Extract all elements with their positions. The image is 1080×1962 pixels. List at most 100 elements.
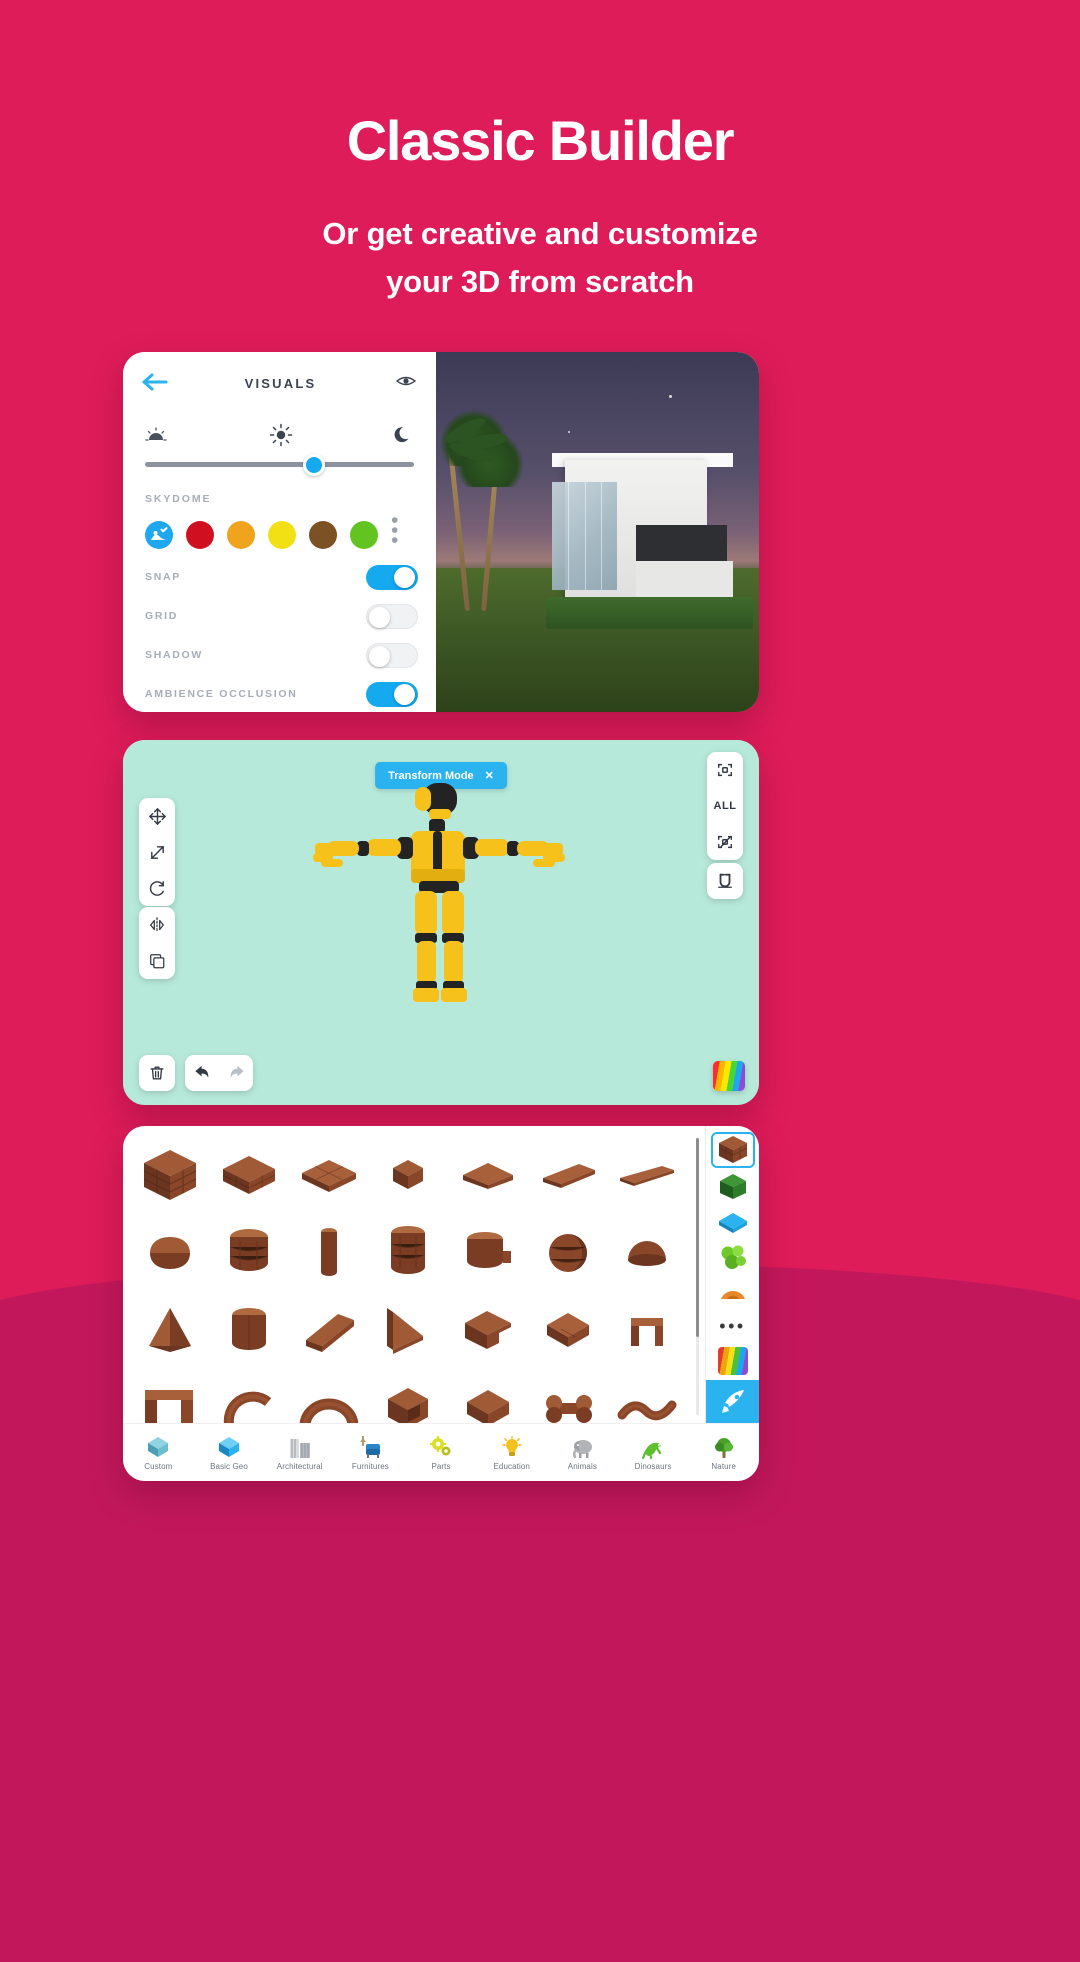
toggle-switch-grid[interactable] (366, 603, 418, 629)
material-more-button[interactable]: ••• (711, 1311, 755, 1342)
brightness-slider-track[interactable] (145, 453, 414, 476)
block-item[interactable] (290, 1216, 368, 1290)
block-item[interactable] (290, 1372, 368, 1423)
tab-label: Basic Geo (210, 1461, 248, 1471)
material-rail: ••• (705, 1126, 759, 1423)
block-item[interactable] (211, 1216, 289, 1290)
mirror-icon[interactable] (139, 907, 175, 943)
rotate-icon[interactable] (139, 870, 175, 906)
tab-basic-geo[interactable]: Basic Geo (194, 1435, 265, 1471)
magnet-icon[interactable] (707, 863, 743, 899)
toggle-label-ambience-occlusion: AMBIENCE OCCLUSION (145, 688, 298, 700)
material-lime[interactable] (711, 1241, 755, 1272)
tab-custom[interactable]: Custom (123, 1435, 194, 1471)
header: Classic Builder Or get creative and cust… (0, 110, 1080, 306)
palette-scrollbar-thumb[interactable] (696, 1138, 699, 1338)
close-icon[interactable]: ✕ (485, 769, 494, 782)
toggle-row-snap[interactable]: SNAP (123, 561, 436, 593)
skydome-swatch-brown[interactable] (309, 521, 337, 549)
block-item[interactable] (211, 1294, 289, 1368)
tab-architectural[interactable]: Architectural (264, 1435, 335, 1471)
toggle-switch-snap[interactable] (366, 564, 418, 590)
toggle-switch-shadow[interactable] (366, 642, 418, 668)
material-green[interactable] (711, 1172, 755, 1203)
block-item[interactable] (370, 1372, 448, 1423)
toggle-thumb (394, 566, 415, 588)
block-item[interactable] (529, 1294, 607, 1368)
3d-viewport-house[interactable] (436, 352, 759, 712)
block-item[interactable] (211, 1138, 289, 1212)
block-item[interactable] (290, 1138, 368, 1212)
toggle-row-ambience-occlusion[interactable]: AMBIENCE OCCLUSION (123, 678, 436, 710)
tab-label: Parts (431, 1461, 451, 1471)
block-item[interactable] (131, 1372, 209, 1423)
block-item[interactable] (370, 1294, 448, 1368)
rainbow-swatch (717, 1346, 748, 1375)
3d-viewport-robot[interactable]: Transform Mode ✕ ALL (123, 740, 759, 1105)
skydome-swatch-sky[interactable] (145, 521, 173, 549)
rocket-play-button[interactable] (705, 1380, 759, 1423)
toggle-row-shadow[interactable]: SHADOW (123, 639, 436, 671)
redo-arrow-icon[interactable] (219, 1055, 253, 1091)
block-item[interactable] (131, 1138, 209, 1212)
material-blue[interactable] (711, 1207, 755, 1238)
block-item[interactable] (529, 1138, 607, 1212)
block-item[interactable] (449, 1216, 527, 1290)
block-item[interactable] (211, 1372, 289, 1423)
eye-icon[interactable] (395, 374, 418, 393)
block-item[interactable] (449, 1294, 527, 1368)
lightbulb-icon (500, 1435, 524, 1459)
tab-label: Nature (711, 1461, 737, 1471)
diagonal-resize-icon[interactable] (139, 834, 175, 870)
block-item[interactable] (449, 1372, 527, 1423)
transform-mode-label: Transform Mode (388, 769, 474, 782)
skydome-swatch-red[interactable] (186, 521, 214, 549)
brightness-icon-row (123, 423, 436, 450)
brightness-slider-knob[interactable] (303, 453, 326, 476)
block-item[interactable] (608, 1138, 686, 1212)
tab-furnitures[interactable]: Furnitures (335, 1435, 406, 1471)
skydome-more-button[interactable]: • • • (391, 510, 414, 554)
toggle-row-grid[interactable]: GRID (123, 600, 436, 632)
tab-animals[interactable]: Animals (547, 1435, 618, 1471)
tab-parts[interactable]: Parts (406, 1435, 477, 1471)
page-title: Classic Builder (346, 109, 735, 172)
block-grid-area[interactable] (123, 1126, 694, 1423)
skydome-swatch-green[interactable] (350, 521, 378, 549)
tab-education[interactable]: Education (476, 1435, 547, 1471)
block-item[interactable] (370, 1138, 448, 1212)
block-item[interactable] (449, 1138, 527, 1212)
block-item[interactable] (608, 1372, 686, 1423)
block-item[interactable] (131, 1294, 209, 1368)
toggle-switch-ambience-occlusion[interactable] (366, 681, 418, 707)
tab-dinosaurs[interactable]: Dinosaurs (618, 1435, 689, 1471)
tab-label: Education (493, 1461, 530, 1471)
skydome-swatch-yellow[interactable] (268, 521, 296, 549)
transform-tools-group (139, 798, 175, 906)
undo-arrow-icon[interactable] (185, 1055, 219, 1091)
material-brick[interactable] (710, 1132, 755, 1168)
material-rainbow[interactable] (711, 1345, 755, 1376)
brightness-slider[interactable] (123, 453, 436, 476)
selection-cross-icon[interactable] (707, 824, 743, 860)
copy-icon[interactable] (139, 943, 175, 979)
selection-box-icon[interactable] (707, 752, 743, 788)
rainbow-palette-icon[interactable] (713, 1061, 745, 1091)
block-item[interactable] (529, 1216, 607, 1290)
tab-nature[interactable]: Nature (688, 1435, 759, 1471)
trash-icon[interactable] (139, 1055, 175, 1091)
block-item[interactable] (290, 1294, 368, 1368)
block-item[interactable] (529, 1372, 607, 1423)
block-item[interactable] (608, 1216, 686, 1290)
back-arrow-icon[interactable] (141, 370, 171, 396)
block-item[interactable] (370, 1216, 448, 1290)
toggle-thumb (369, 645, 390, 667)
palette-scrollbar[interactable] (696, 1138, 699, 1415)
yellow-robot-model[interactable] (311, 782, 571, 1033)
select-all-button[interactable]: ALL (707, 788, 743, 824)
material-orange[interactable] (711, 1276, 755, 1307)
skydome-swatch-orange[interactable] (227, 521, 255, 549)
move-arrows-icon[interactable] (139, 798, 175, 834)
block-item[interactable] (608, 1294, 686, 1368)
block-item[interactable] (131, 1216, 209, 1290)
